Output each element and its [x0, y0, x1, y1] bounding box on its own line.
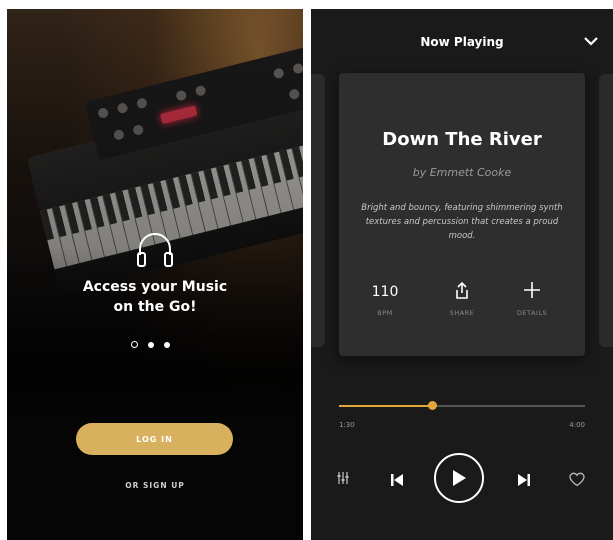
header-title: Now Playing [420, 35, 504, 49]
previous-track-card[interactable] [311, 74, 325, 347]
headphones-icon [137, 233, 173, 267]
song-title: Down The River [382, 129, 542, 150]
plus-icon [524, 282, 540, 298]
track-description: Bright and bouncy, featuring shimmering … [361, 203, 563, 241]
progress-thumb[interactable] [427, 401, 437, 410]
share-button[interactable]: SHARE [432, 281, 492, 317]
details-button[interactable]: DETAILS [502, 281, 562, 317]
track-card: Down The River by Emmett Cooke Bright an… [339, 73, 585, 356]
skip-previous-icon[interactable] [389, 472, 405, 488]
skip-next-icon[interactable] [516, 472, 532, 488]
details-label: DETAILS [516, 309, 548, 317]
headline-line-1: Access your Music [82, 279, 228, 295]
page-dot-active[interactable] [131, 341, 138, 348]
onboarding-headline: Access your Music on the Go! [7, 277, 303, 317]
elapsed-time: 1:30 [339, 421, 355, 429]
progress-bar[interactable] [339, 401, 585, 410]
now-playing-screen: Now Playing Down The River by Emmett Coo… [311, 9, 613, 540]
play-button[interactable] [434, 453, 484, 503]
play-icon [453, 470, 466, 486]
signup-link[interactable]: OR SIGN UP [7, 481, 303, 490]
share-icon [456, 281, 468, 299]
progress-fill [339, 405, 433, 407]
chevron-down-icon[interactable] [583, 35, 599, 47]
bpm-stat: 110 BPM [355, 281, 415, 317]
page-dot[interactable] [148, 341, 154, 348]
synthesizer-photo [7, 9, 303, 540]
equalizer-icon[interactable] [336, 471, 350, 485]
bpm-value: 110 [371, 284, 399, 300]
bpm-label: BPM [377, 309, 393, 317]
login-button[interactable]: LOG IN [76, 423, 233, 455]
artist-name: by Emmett Cooke [412, 166, 512, 179]
onboarding-screen: Access your Music on the Go! LOG IN OR S… [7, 9, 303, 540]
page-indicator [131, 341, 170, 348]
page-dot[interactable] [164, 341, 170, 348]
duration-time: 4:00 [569, 421, 585, 429]
next-track-card[interactable] [599, 74, 613, 347]
share-label: SHARE [449, 309, 475, 317]
heart-icon[interactable] [569, 472, 585, 487]
headline-line-2: on the Go! [113, 299, 197, 315]
